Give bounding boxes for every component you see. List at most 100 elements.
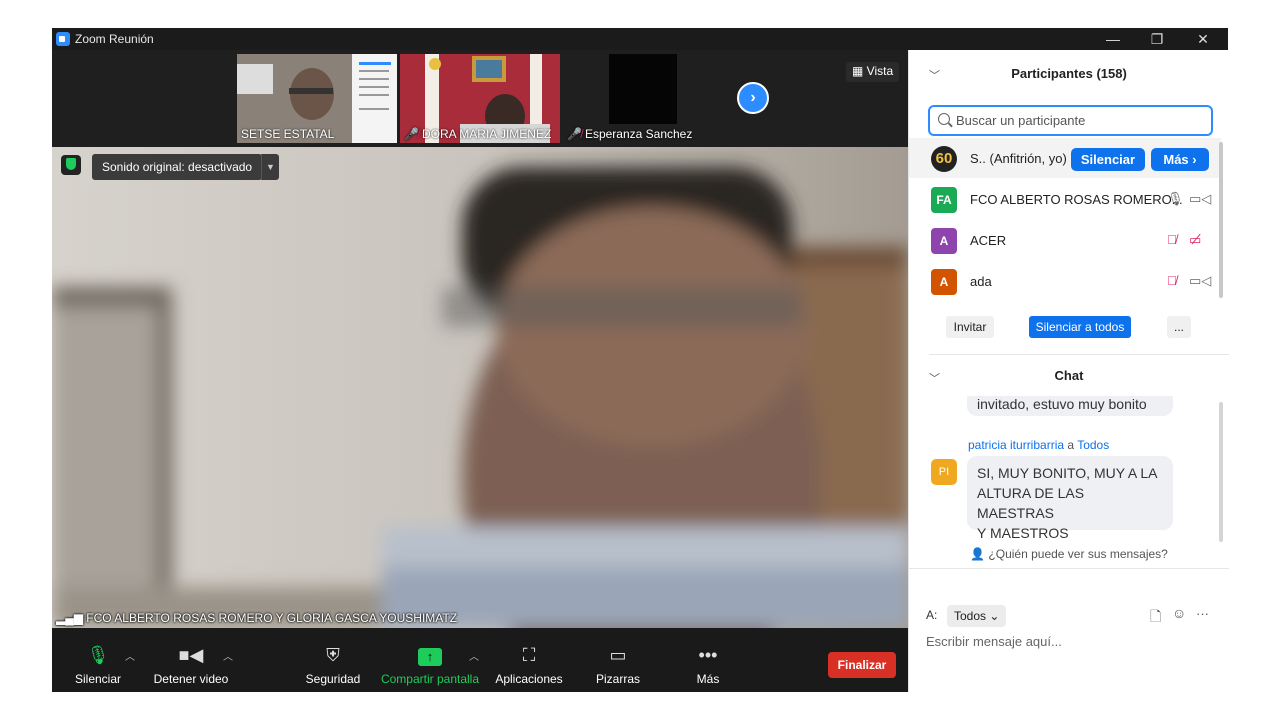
avatar: A [931, 228, 957, 254]
participant-name: FCO ALBERTO ROSAS ROMERO... [970, 192, 1183, 207]
chat-message-input[interactable]: Escribir mensaje aquí... [926, 634, 1221, 656]
chat-sender: patricia iturribarria [968, 438, 1065, 452]
video-thumb[interactable]: 🎤̸ DORA MARIA JIMENEZ [400, 54, 560, 143]
security-shield-icon[interactable] [61, 155, 81, 175]
muted-mic-icon: 🎙̸ [1167, 232, 1177, 247]
mute-button[interactable]: 🎙 Silenciar [72, 644, 124, 686]
more-options-button[interactable]: ... [1167, 316, 1191, 338]
video-camera-icon: ▭◁ [1189, 191, 1212, 206]
video-camera-icon: ▭◁ [1189, 273, 1212, 288]
whiteboard-icon: ▭ [609, 645, 627, 665]
more-button[interactable]: ••• Más [688, 644, 728, 686]
file-icon[interactable]: 🗋 [1150, 606, 1161, 630]
stop-video-button[interactable]: ■◀ Detener video [152, 644, 230, 686]
more-label: Más [696, 672, 720, 686]
thumb-video-off [609, 54, 677, 124]
muted-mic-icon: 🎤̸ [567, 127, 582, 141]
apps-button[interactable]: ⛶ Aplicaciones [492, 644, 566, 686]
whiteboards-label: Pizarras [595, 672, 640, 686]
chat-title: Chat [1054, 368, 1084, 383]
participant-row[interactable]: A ada 🎙̸ ▭◁ [909, 261, 1221, 301]
zoom-window: Zoom Reunión — ❐ ✕ SETSE ESTATAL 🎤̸ DORA… [52, 28, 1229, 692]
participants-scrollbar[interactable] [1219, 142, 1223, 298]
zoom-logo-icon [56, 32, 70, 46]
mute-all-button[interactable]: Silenciar a todos [1029, 316, 1131, 338]
view-button[interactable]: ▦ Vista [846, 62, 900, 82]
original-sound-button[interactable]: Sonido original: desactivado [92, 154, 263, 180]
security-button[interactable]: ⛨ Seguridad [302, 644, 364, 686]
thumb-name: 🎤̸ Esperanza Sanchez [567, 127, 692, 141]
speaker-name-label: ▂▄▆ FCO ALBERTO ROSAS ROMERO Y GLORIA GA… [56, 611, 457, 625]
shield-icon: ⛨ [326, 645, 340, 665]
to-label: A: [926, 608, 938, 622]
share-label: Compartir pantalla [380, 672, 480, 686]
more-dots-icon: ••• [698, 645, 718, 665]
apps-icon: ⛶ [522, 645, 536, 665]
chat-recipient: Todos [1077, 438, 1110, 452]
who-can-see-link[interactable]: 👤 ¿Quién puede ver sus mensajes? [909, 547, 1229, 561]
video-camera-icon: ■◀ [178, 645, 204, 665]
participant-row[interactable]: A ACER 🎙̸ ▭̸ [909, 220, 1221, 260]
search-icon [938, 113, 950, 125]
end-meeting-button[interactable]: Finalizar [828, 652, 896, 678]
thumb-name: 🎤̸ DORA MARIA JIMENEZ [404, 127, 551, 141]
stop-video-label: Detener video [153, 672, 229, 686]
chat-line: ALTURA DE LAS MAESTRAS [977, 485, 1085, 521]
chat-scrollbar[interactable] [1219, 402, 1223, 542]
who-can-see-text: ¿Quién puede ver sus mensajes? [988, 547, 1168, 561]
side-panel: ﹀ Participantes (158) Buscar un particip… [908, 50, 1229, 692]
emoji-icon[interactable]: ☺ [1172, 605, 1186, 621]
mute-participant-button[interactable]: Silenciar [1071, 148, 1145, 171]
minimize-button[interactable]: — [1098, 29, 1128, 49]
video-thumb[interactable]: SETSE ESTATAL [237, 54, 397, 143]
muted-mic-icon: 🎤̸ [404, 127, 419, 141]
recipient-dropdown[interactable]: Todos ⌄ [947, 605, 1007, 627]
video-thumb[interactable]: 🎤̸ Esperanza Sanchez [563, 54, 723, 143]
maximize-button[interactable]: ❐ [1142, 29, 1172, 49]
search-placeholder: Buscar un participante [956, 113, 1086, 128]
more-participant-button[interactable]: Más › [1151, 148, 1209, 171]
chat-sender-line: patricia iturribarria a Todos [968, 438, 1109, 452]
video-options-chevron-icon[interactable]: ︿ [223, 648, 233, 663]
chat-message: invitado, estuvo muy bonito [967, 396, 1173, 416]
divider [909, 568, 1229, 569]
recipient-value: Todos [954, 609, 987, 623]
participant-row[interactable]: FA FCO ALBERTO ROSAS ROMERO... 🎙 ▭◁ [909, 179, 1221, 219]
avatar: FA [931, 187, 957, 213]
invite-button[interactable]: Invitar [946, 316, 994, 338]
participant-search-input[interactable]: Buscar un participante [928, 105, 1213, 136]
muted-mic-icon: 🎙̸ [1167, 273, 1177, 288]
whiteboards-button[interactable]: ▭ Pizarras [592, 644, 644, 686]
chat-message: SI, MUY BONITO, MUY A LA ALTURA DE LAS M… [967, 456, 1173, 541]
audio-options-chevron-icon[interactable]: ︿ [125, 648, 135, 663]
view-label: Vista [866, 64, 894, 78]
window-title: Zoom Reunión [75, 32, 154, 46]
participant-row[interactable]: 60 S.. (Anfitrión, yo) Silenciar Más › [909, 138, 1221, 178]
thumb-name-text: Esperanza Sanchez [584, 127, 693, 141]
speaker-video-icon [52, 147, 908, 628]
avatar: A [931, 269, 957, 295]
sound-dropdown-icon[interactable]: ▼ [261, 154, 279, 180]
mute-label: Silenciar [74, 672, 122, 686]
thumb-name-text: DORA MARIA JIMENEZ [421, 127, 552, 141]
main-video: Sonido original: desactivado ▼ ▂▄▆ FCO A… [52, 147, 908, 628]
avatar: 60 [931, 146, 957, 172]
signal-icon: ▂▄▆ [56, 611, 87, 625]
share-screen-icon: ↑ [378, 644, 482, 668]
apps-label: Aplicaciones [495, 672, 563, 686]
share-options-chevron-icon[interactable]: ︿ [469, 648, 479, 663]
next-page-button[interactable]: › [737, 82, 769, 114]
share-screen-button[interactable]: ↑ Compartir pantalla [378, 644, 482, 686]
microphone-icon: 🎙 [86, 645, 110, 665]
chat-to-word: a [1067, 438, 1075, 452]
grid-icon: ▦ [852, 64, 867, 78]
microphone-icon: 🎙 [1167, 191, 1184, 206]
close-button[interactable]: ✕ [1188, 29, 1218, 49]
avatar: PI [931, 459, 957, 485]
participant-name: ada [970, 274, 992, 289]
participant-name: ACER [970, 233, 1007, 248]
title-bar: Zoom Reunión — ❐ ✕ [52, 28, 1228, 50]
security-label: Seguridad [305, 672, 361, 686]
divider [929, 354, 1229, 355]
chat-more-options-button[interactable]: ··· [1196, 606, 1209, 621]
